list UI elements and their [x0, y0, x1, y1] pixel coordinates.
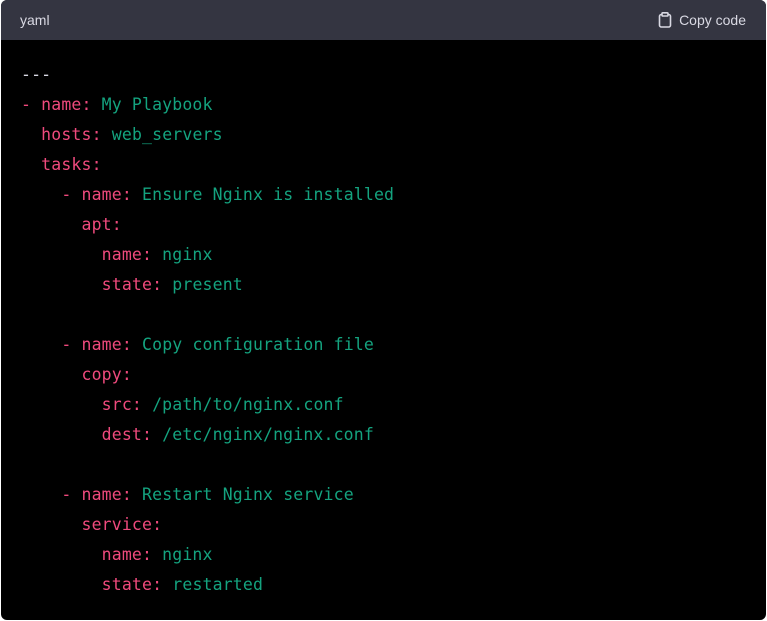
yaml-value: Copy configuration file [131, 335, 374, 354]
yaml-key: - name: [61, 485, 132, 504]
code-line: - name: Restart Nginx service [21, 480, 354, 510]
yaml-key: name: [101, 545, 153, 564]
yaml-key: copy: [81, 365, 132, 384]
code-line: copy: [21, 360, 132, 390]
code-line: --- [21, 60, 51, 90]
yaml-value: My Playbook [91, 95, 213, 114]
yaml-key: state: [101, 275, 163, 294]
copy-code-button[interactable]: Copy code [658, 12, 746, 28]
code-line: - name: Copy configuration file [21, 330, 374, 360]
yaml-value: restarted [162, 575, 264, 594]
code-line: - name: My Playbook [21, 90, 213, 120]
clipboard-icon [658, 12, 672, 28]
copy-code-label: Copy code [679, 12, 746, 28]
code-line: state: restarted [21, 570, 263, 600]
code-block: yaml Copy code --- - name: My Playbook ho… [1, 0, 766, 620]
code-line: hosts: web_servers [21, 120, 223, 150]
yaml-key: dest: [101, 425, 153, 444]
yaml-value: Restart Nginx service [131, 485, 354, 504]
code-line: - name: Ensure Nginx is installed [21, 180, 394, 210]
yaml-key: tasks: [41, 155, 102, 174]
yaml-value: nginx [152, 245, 213, 264]
code-line: tasks: [21, 150, 102, 180]
yaml-key: hosts: [41, 125, 102, 144]
code-block-header: yaml Copy code [1, 0, 766, 40]
code-line: apt: [21, 210, 122, 240]
language-label: yaml [20, 12, 50, 28]
yaml-value: /etc/nginx/nginx.conf [152, 425, 374, 444]
code-line: src: /path/to/nginx.conf [21, 390, 344, 420]
yaml-value: nginx [152, 545, 213, 564]
yaml-key: state: [101, 575, 163, 594]
code-line: name: nginx [21, 240, 213, 270]
yaml-key: - name: [61, 335, 132, 354]
code-line: state: present [21, 270, 243, 300]
yaml-key: - name: [21, 95, 92, 114]
yaml-key: src: [101, 395, 143, 414]
yaml-key: service: [81, 515, 163, 534]
yaml-value: Ensure Nginx is installed [131, 185, 395, 204]
yaml-key: apt: [81, 215, 122, 234]
yaml-value: web_servers [101, 125, 223, 144]
code-line: name: nginx [21, 540, 213, 570]
yaml-key: name: [101, 245, 153, 264]
yaml-value: present [162, 275, 243, 294]
yaml-value: /path/to/nginx.conf [142, 395, 344, 414]
code-line: service: [21, 510, 163, 540]
code-text: --- [21, 65, 52, 84]
yaml-key: - name: [61, 185, 132, 204]
code-line: dest: /etc/nginx/nginx.conf [21, 420, 374, 450]
